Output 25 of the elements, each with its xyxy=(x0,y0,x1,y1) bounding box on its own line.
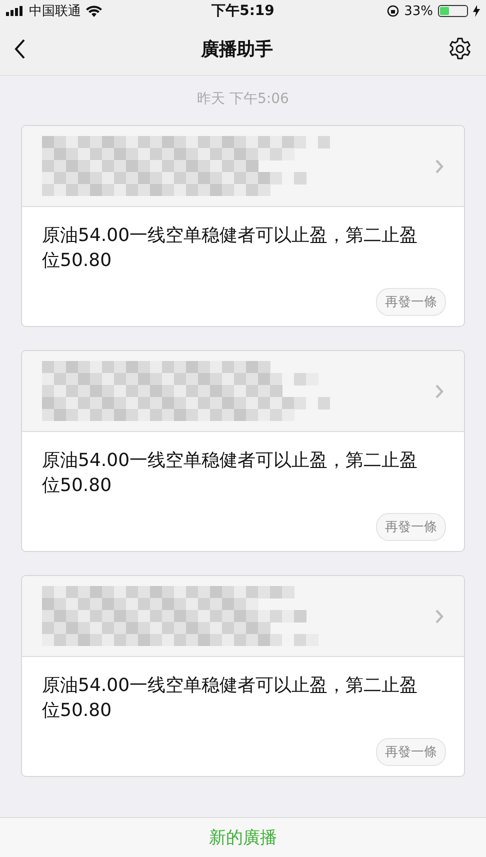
signal-icon xyxy=(6,6,24,16)
message-text: 原油54.00一线空单稳健者可以止盈，第二止盈位50.80 xyxy=(42,449,419,498)
resend-button[interactable]: 再發一條 xyxy=(376,738,446,766)
recipients-header[interactable] xyxy=(22,351,464,432)
back-icon[interactable] xyxy=(14,38,26,58)
chevron-icon xyxy=(435,608,444,624)
recipients-header[interactable] xyxy=(22,576,464,657)
resend-button[interactable]: 再發一條 xyxy=(376,288,446,316)
new-broadcast-button[interactable]: 新的廣播 xyxy=(201,822,285,853)
recipients-header[interactable] xyxy=(22,126,464,207)
battery-icon xyxy=(438,5,468,17)
message-text: 原油54.00一线空单稳健者可以止盈，第二止盈位50.80 xyxy=(42,674,419,723)
message-timestamp: 昨天 下午5:06 xyxy=(197,90,289,108)
resend-button[interactable]: 再發一條 xyxy=(376,513,446,541)
charging-icon xyxy=(472,5,480,17)
battery-percent: 33% xyxy=(404,4,433,18)
message-text: 原油54.00一线空单稳健者可以止盈，第二止盈位50.80 xyxy=(42,224,419,273)
rotation-lock-icon xyxy=(387,5,400,17)
status-time: 下午5:19 xyxy=(212,2,274,20)
chevron-icon xyxy=(435,384,444,398)
wifi-icon xyxy=(86,5,102,17)
settings-icon[interactable] xyxy=(448,36,472,60)
chevron-icon xyxy=(435,158,444,174)
page-title: 廣播助手 xyxy=(201,38,273,60)
carrier-name: 中国联通 xyxy=(29,3,81,20)
